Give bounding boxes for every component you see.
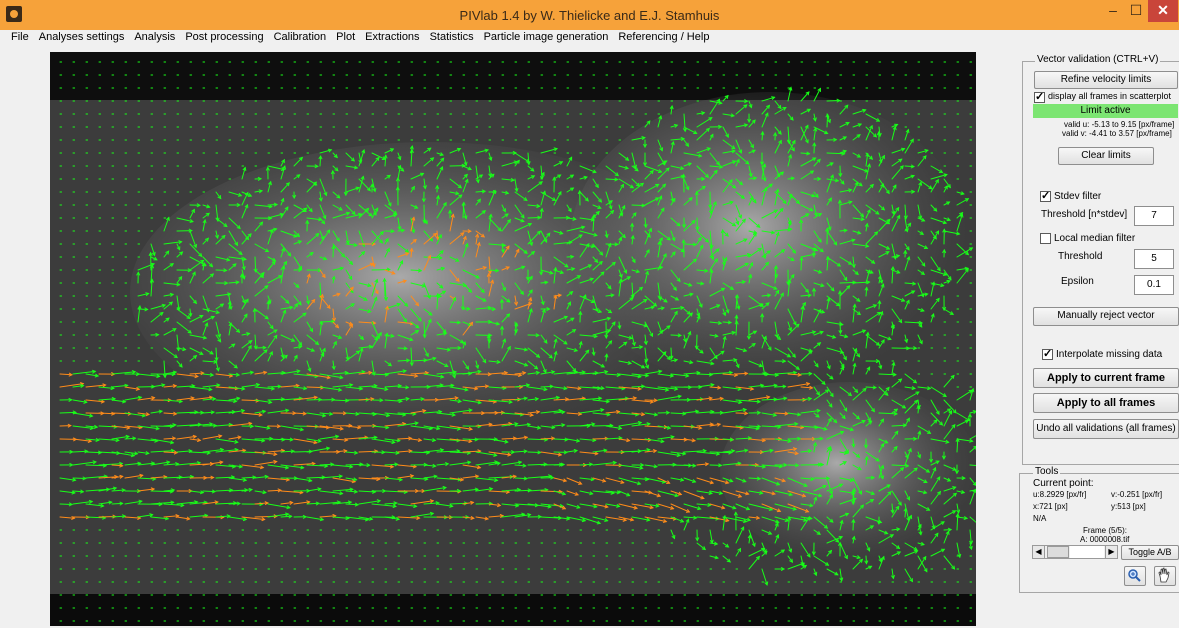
vector-arrow: [150, 490, 174, 493]
vector-field-canvas[interactable]: [50, 52, 976, 626]
vector-arrow: [709, 451, 732, 454]
vector-arrow: [384, 278, 386, 297]
menu-plot[interactable]: Plot: [331, 30, 360, 48]
vector-arrow: [332, 245, 334, 258]
menu-statistics[interactable]: Statistics: [425, 30, 479, 48]
piv-vector-plot[interactable]: [50, 52, 976, 626]
vector-arrow: [215, 347, 218, 361]
vector-arrow: [878, 373, 897, 376]
vector-arrow: [527, 217, 541, 219]
vector-arrow: [462, 438, 479, 441]
menu-referencing-help[interactable]: Referencing / Help: [613, 30, 714, 48]
vector-arrow: [384, 463, 398, 466]
vector-arrow: [371, 269, 391, 271]
menu-calibration[interactable]: Calibration: [269, 30, 332, 48]
vector-arrow: [59, 503, 73, 505]
vector-arrow: [163, 451, 178, 454]
vector-arrow: [527, 451, 542, 453]
close-button[interactable]: ✕: [1148, 0, 1178, 22]
vector-arrow: [592, 438, 609, 440]
menu-analysis[interactable]: Analysis: [129, 30, 180, 48]
vector-arrow: [306, 399, 322, 401]
menu-analyses-settings[interactable]: Analyses settings: [34, 30, 130, 48]
vector-arrow: [397, 437, 412, 440]
menu-particle-image-generation[interactable]: Particle image generation: [479, 30, 614, 48]
vector-arrow: [319, 463, 334, 466]
menu-file[interactable]: File: [0, 30, 34, 48]
plot-bottom-band: [50, 594, 976, 626]
vector-arrow: [826, 100, 841, 102]
menu-post-processing[interactable]: Post processing: [180, 30, 268, 48]
particle-cloud: [570, 92, 970, 392]
plot-top-band: [50, 52, 976, 100]
minimize-button[interactable]: –: [1100, 0, 1126, 22]
vector-arrow: [956, 438, 959, 453]
vector-arrow: [826, 113, 829, 128]
vector-arrow: [592, 425, 614, 427]
vector-arrow: [553, 438, 569, 441]
vector-arrow: [683, 243, 697, 246]
vector-arrow: [267, 385, 282, 388]
window-title: PIVlab 1.4 by W. Thielicke and E.J. Stam…: [459, 8, 720, 23]
vector-arrow: [774, 412, 789, 415]
vector-arrow: [761, 398, 778, 401]
menu-bar: File Analyses settings Analysis Post pro…: [0, 30, 1179, 48]
vector-arrow: [800, 257, 803, 271]
title-bar: PIVlab 1.4 by W. Thielicke and E.J. Stam…: [0, 0, 1179, 30]
vector-arrow: [72, 477, 87, 479]
vector-arrow: [631, 204, 646, 207]
menu-extractions[interactable]: Extractions: [360, 30, 424, 48]
vector-arrow: [605, 178, 618, 181]
maximize-button[interactable]: ☐: [1124, 0, 1148, 22]
vector-arrow: [72, 450, 88, 453]
vector-arrow: [501, 437, 517, 440]
